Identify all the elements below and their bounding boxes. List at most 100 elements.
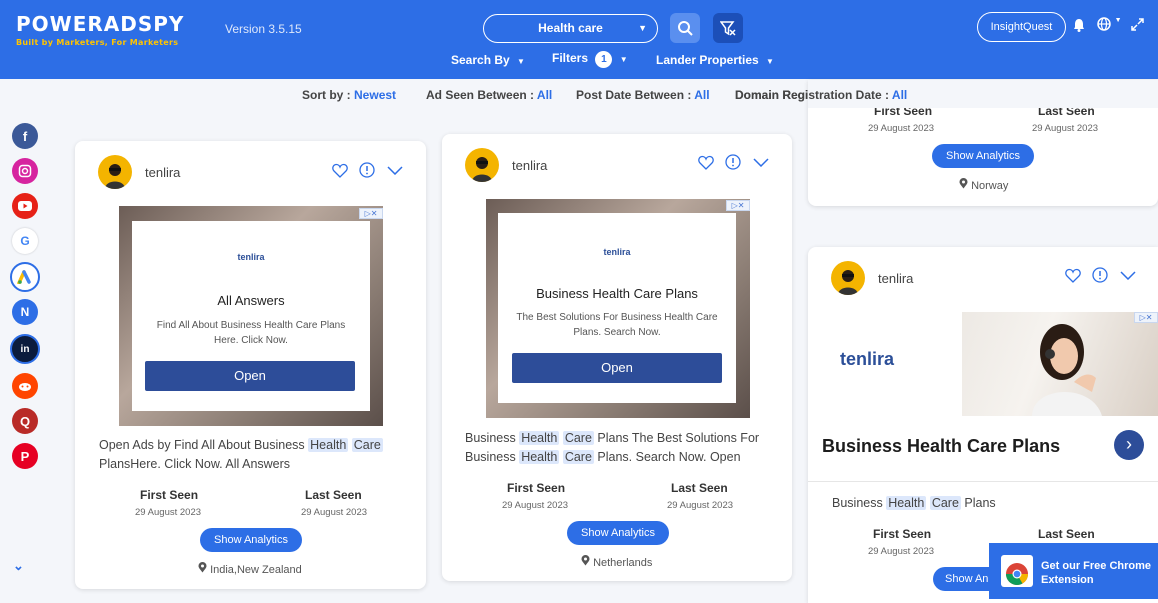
ad-open-button[interactable]: Open: [145, 361, 355, 391]
domain-date-value: All: [891, 88, 908, 102]
filters-menu[interactable]: Filters 1 ▼: [552, 51, 628, 68]
reddit-glyph: [19, 383, 31, 391]
ad-creative[interactable]: ▷✕ tenlira All Answers Find All About Bu…: [119, 206, 383, 426]
search-by-menu[interactable]: Search By ▼: [451, 53, 525, 67]
ad-caption: Open Ads by Find All About Business Heal…: [99, 436, 404, 474]
sort-label: Sort by :: [302, 88, 355, 102]
location-pin-icon: [959, 178, 968, 189]
caret-icon: ▼: [766, 57, 774, 66]
ad-card[interactable]: tenlira ▷✕ tenlira All Answers Find All …: [75, 141, 426, 589]
woman-photo-icon: [1032, 324, 1102, 416]
caret-icon: ▼: [517, 57, 525, 66]
fullscreen-icon[interactable]: [1131, 18, 1144, 31]
first-seen-date: 29 August 2023: [502, 500, 569, 511]
expand-chevron-icon[interactable]: [753, 158, 769, 167]
chrome-extension-banner[interactable]: Get our Free Chrome Extension: [989, 543, 1158, 599]
arrow-right-icon[interactable]: ›: [1114, 430, 1144, 460]
play-glyph: [18, 201, 32, 211]
search-button[interactable]: [670, 13, 700, 43]
caption-highlight: Health: [308, 438, 349, 452]
lander-properties-menu[interactable]: Lander Properties ▼: [656, 53, 774, 67]
sort-by-control[interactable]: Sort by : Newest: [302, 88, 396, 102]
google-ads-icon[interactable]: [10, 262, 40, 292]
show-analytics-button[interactable]: Show Analytics: [200, 528, 302, 552]
ad-seen-label: Ad Seen Between :: [426, 88, 537, 102]
caption-text: Open Ads by Find All About Business: [99, 438, 309, 452]
pinterest-icon[interactable]: P: [12, 443, 38, 469]
adchoices-icon[interactable]: ▷✕: [726, 200, 750, 211]
ad-creative-panel: tenlira Business Health Care Plans The B…: [498, 213, 736, 403]
ad-brand-logo: tenlira: [237, 252, 265, 262]
caret-icon: ▼: [1114, 17, 1122, 24]
version-label: Version 3.5.15: [225, 22, 302, 36]
first-seen-label: First Seen: [873, 527, 932, 541]
caption-text: Plans: [960, 496, 996, 510]
ad-creative[interactable]: ▷✕ tenlira Business Health Care Plans Th…: [486, 199, 750, 418]
youtube-icon[interactable]: [12, 193, 38, 219]
adchoices-icon[interactable]: ▷✕: [1134, 312, 1158, 323]
instagram-icon[interactable]: [12, 158, 38, 184]
caption-highlight: Care: [929, 496, 961, 510]
adchoices-icon[interactable]: ▷✕: [359, 208, 383, 219]
info-icon[interactable]: [1092, 267, 1108, 283]
expand-chevron-icon[interactable]: [1120, 271, 1136, 280]
clear-filter-button[interactable]: [713, 13, 743, 43]
caption-text: Business: [465, 431, 520, 445]
last-seen-label: Last Seen: [671, 481, 728, 495]
first-seen-label: First Seen: [507, 481, 566, 495]
ad-creative-panel: tenlira All Answers Find All About Busin…: [132, 221, 370, 411]
post-date-label: Post Date Between :: [576, 88, 695, 102]
reddit-icon[interactable]: [12, 373, 38, 399]
user-account-button[interactable]: InsightQuest: [977, 12, 1066, 42]
location-pin-icon: [581, 555, 590, 566]
favorite-heart-icon[interactable]: [332, 163, 348, 178]
google-icon[interactable]: G: [12, 228, 38, 254]
language-globe-icon[interactable]: ▼: [1097, 17, 1122, 34]
post-date-value: All: [694, 88, 710, 102]
caption-highlight: Health: [886, 496, 927, 510]
avatar-glyph: [472, 157, 492, 182]
poweradspy-logo[interactable]: POWERADSPY Built by Marketers, For Marke…: [16, 12, 184, 47]
ad-open-button[interactable]: Open: [512, 353, 722, 383]
globe-icon: [1097, 17, 1111, 31]
google-ads-glyph: [17, 270, 31, 284]
caption-text: Business: [832, 496, 887, 510]
native-ads-icon[interactable]: N: [12, 299, 38, 325]
location-text: Netherlands: [593, 557, 653, 569]
keyword-select[interactable]: Health care ▼: [483, 14, 658, 43]
chevron-down-icon[interactable]: ⌄: [13, 558, 24, 574]
advertiser-avatar: [98, 155, 132, 189]
favorite-heart-icon[interactable]: [1065, 268, 1081, 283]
expand-chevron-icon[interactable]: [387, 166, 403, 175]
ad-seen-value: All: [536, 88, 553, 102]
show-analytics-button[interactable]: Show Analytics: [567, 521, 669, 545]
caption-text: PlansHere. Click Now. All Answers: [99, 457, 291, 471]
ad-seen-filter[interactable]: Ad Seen Between : All: [426, 88, 552, 102]
quora-icon[interactable]: Q: [12, 408, 38, 434]
favorite-heart-icon[interactable]: [698, 155, 714, 170]
top-header: POWERADSPY Built by Marketers, For Marke…: [0, 0, 1158, 79]
ad-card[interactable]: tenlira ▷✕ tenlira Business Health Care …: [442, 134, 792, 581]
advertiser-name[interactable]: tenlira: [145, 165, 180, 180]
location-pin-icon: [198, 562, 207, 573]
ad-headline-bar: Business Health Care Plans ›: [808, 416, 1158, 481]
facebook-icon[interactable]: f: [12, 123, 38, 149]
last-seen-date: 29 August 2023: [1032, 123, 1099, 134]
advertiser-name[interactable]: tenlira: [512, 158, 547, 173]
show-analytics-button[interactable]: Show Analytics: [932, 144, 1034, 168]
advertiser-name[interactable]: tenlira: [878, 271, 913, 286]
chevron-down-icon: ▼: [638, 23, 647, 33]
post-date-filter[interactable]: Post Date Between : All: [576, 88, 710, 102]
info-icon[interactable]: [725, 154, 741, 170]
ad-description: Find All About Business Health Care Plan…: [156, 320, 346, 346]
domain-date-filter-overlay: Domain Registration Date : All: [735, 88, 907, 102]
caption-text: Plans. Search Now. Open: [593, 450, 741, 464]
info-icon[interactable]: [359, 162, 375, 178]
ad-location: India,New Zealand: [198, 562, 302, 576]
bell-icon[interactable]: [1073, 18, 1085, 32]
ad-creative[interactable]: tenlira ▷✕: [808, 312, 1158, 416]
location-text: Norway: [971, 180, 1009, 192]
caption-highlight: Care: [562, 450, 594, 464]
linkedin-icon[interactable]: in: [10, 334, 40, 364]
ad-brand-logo: tenlira: [840, 349, 895, 369]
